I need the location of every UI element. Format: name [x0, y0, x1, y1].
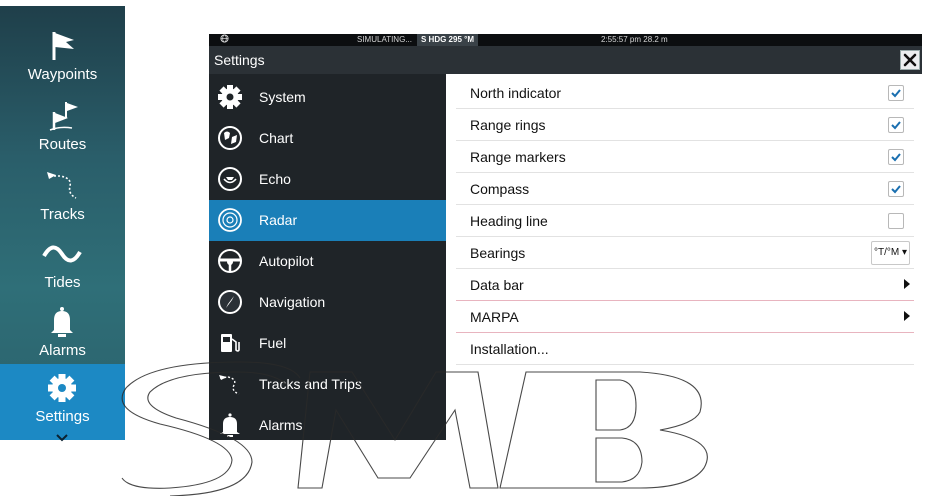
checkmark-icon — [891, 121, 901, 130]
menu-item-label: Alarms — [259, 417, 303, 433]
close-button[interactable] — [900, 50, 920, 70]
setting-label: Data bar — [470, 277, 524, 293]
setting-row-data-bar[interactable]: Data bar — [456, 269, 914, 301]
menu-item-label: Tracks and Trips — [259, 376, 362, 392]
menu-item-label: Chart — [259, 130, 294, 146]
checkmark-icon — [891, 185, 901, 194]
setting-row-heading-line[interactable]: Heading line — [456, 205, 914, 237]
setting-row-marpa[interactable]: MARPA — [456, 301, 914, 333]
setting-label: Bearings — [470, 245, 526, 261]
sidebar-item-settings[interactable]: Settings — [0, 364, 125, 442]
time-readout: 2:55:57 pm 28.2 m — [601, 35, 668, 44]
settings-dialog: SIMULATING... S HDG 295 °M 2:55:57 pm 28… — [209, 34, 922, 440]
menu-item-fuel[interactable]: Fuel — [209, 323, 446, 364]
status-bar: SIMULATING... S HDG 295 °M 2:55:57 pm 28… — [209, 34, 922, 46]
track-icon — [0, 168, 125, 202]
flag-icon — [0, 28, 125, 62]
menu-item-label: Navigation — [259, 294, 326, 310]
heading-line-checkbox[interactable] — [888, 213, 904, 229]
settings-category-list: System Chart Echo Radar Autopilot Naviga… — [209, 74, 446, 440]
sidebar-item-label: Alarms — [39, 342, 86, 359]
sidebar-item-tides[interactable]: Tides — [0, 230, 125, 298]
app-sidebar: Waypoints Routes Tracks Tides Alarms Set… — [0, 6, 125, 442]
setting-row-range-markers[interactable]: Range markers — [456, 141, 914, 173]
setting-row-north-indicator[interactable]: North indicator — [456, 77, 914, 109]
chevron-right-icon — [904, 279, 910, 289]
sidebar-item-alarms[interactable]: Alarms — [0, 298, 125, 366]
menu-item-chart[interactable]: Chart — [209, 118, 446, 159]
heading-readout: S HDG 295 °M — [417, 34, 478, 46]
checkmark-icon — [891, 153, 901, 162]
sidebar-item-routes[interactable]: Routes — [0, 92, 125, 160]
wave-icon — [0, 236, 125, 270]
caret-down-icon: ▾ — [901, 247, 908, 258]
chevron-down-icon — [56, 434, 68, 442]
setting-label: Heading line — [470, 213, 548, 229]
gear-icon — [218, 85, 242, 109]
setting-label: MARPA — [470, 309, 519, 325]
setting-row-bearings[interactable]: Bearings °T/°M ▾ — [456, 237, 914, 269]
menu-item-system[interactable]: System — [209, 77, 446, 118]
menu-item-label: Echo — [259, 171, 291, 187]
bearings-dropdown[interactable]: °T/°M ▾ — [871, 241, 910, 265]
menu-item-label: Autopilot — [259, 253, 314, 269]
simulating-indicator: SIMULATING... — [357, 35, 412, 44]
chevron-right-icon — [904, 311, 910, 321]
checkmark-icon — [891, 89, 901, 98]
menu-item-echo[interactable]: Echo — [209, 159, 446, 200]
menu-item-tracks-and-trips[interactable]: Tracks and Trips — [209, 364, 446, 405]
setting-label: Compass — [470, 181, 530, 197]
setting-row-range-rings[interactable]: Range rings — [456, 109, 914, 141]
echo-icon — [218, 167, 242, 191]
setting-row-installation[interactable]: Installation... — [456, 333, 914, 365]
compass-icon — [218, 290, 242, 314]
sidebar-item-waypoints[interactable]: Waypoints — [0, 22, 125, 90]
chart-icon — [218, 126, 242, 150]
setting-label: North indicator — [470, 85, 562, 101]
track-icon — [219, 375, 240, 395]
menu-item-label: Fuel — [259, 335, 287, 351]
menu-item-label: Radar — [259, 212, 298, 228]
setting-row-compass[interactable]: Compass — [456, 173, 914, 205]
menu-item-navigation[interactable]: Navigation — [209, 282, 446, 323]
range-rings-checkbox[interactable] — [888, 117, 904, 133]
menu-item-radar[interactable]: Radar — [209, 200, 446, 241]
sidebar-item-label: Settings — [35, 408, 90, 425]
steering-wheel-icon — [218, 249, 242, 273]
sidebar-item-label: Tides — [44, 274, 81, 291]
route-flags-icon — [0, 98, 125, 132]
setting-label: Installation... — [470, 341, 549, 357]
menu-item-label: System — [259, 89, 306, 105]
gear-icon — [0, 370, 125, 404]
north-indicator-checkbox[interactable] — [888, 85, 904, 101]
range-markers-checkbox[interactable] — [888, 149, 904, 165]
bell-icon — [220, 413, 240, 437]
sidebar-item-label: Waypoints — [27, 66, 98, 83]
radar-settings-panel: North indicator Range rings Range marker… — [446, 74, 922, 440]
setting-label: Range rings — [470, 117, 546, 133]
menu-item-autopilot[interactable]: Autopilot — [209, 241, 446, 282]
dialog-title: Settings — [214, 52, 265, 68]
sidebar-item-label: Tracks — [40, 206, 85, 223]
sidebar-item-tracks[interactable]: Tracks — [0, 162, 125, 230]
fuel-pump-icon — [221, 334, 240, 352]
close-icon — [903, 53, 917, 67]
globe-icon — [220, 34, 229, 46]
radar-icon — [218, 208, 242, 232]
setting-label: Range markers — [470, 149, 566, 165]
sidebar-item-label: Routes — [38, 136, 87, 153]
menu-item-alarms[interactable]: Alarms — [209, 405, 446, 446]
dialog-titlebar: Settings — [209, 46, 922, 74]
bell-icon — [0, 304, 125, 338]
compass-checkbox[interactable] — [888, 181, 904, 197]
dropdown-value: °T/°M — [873, 247, 900, 258]
